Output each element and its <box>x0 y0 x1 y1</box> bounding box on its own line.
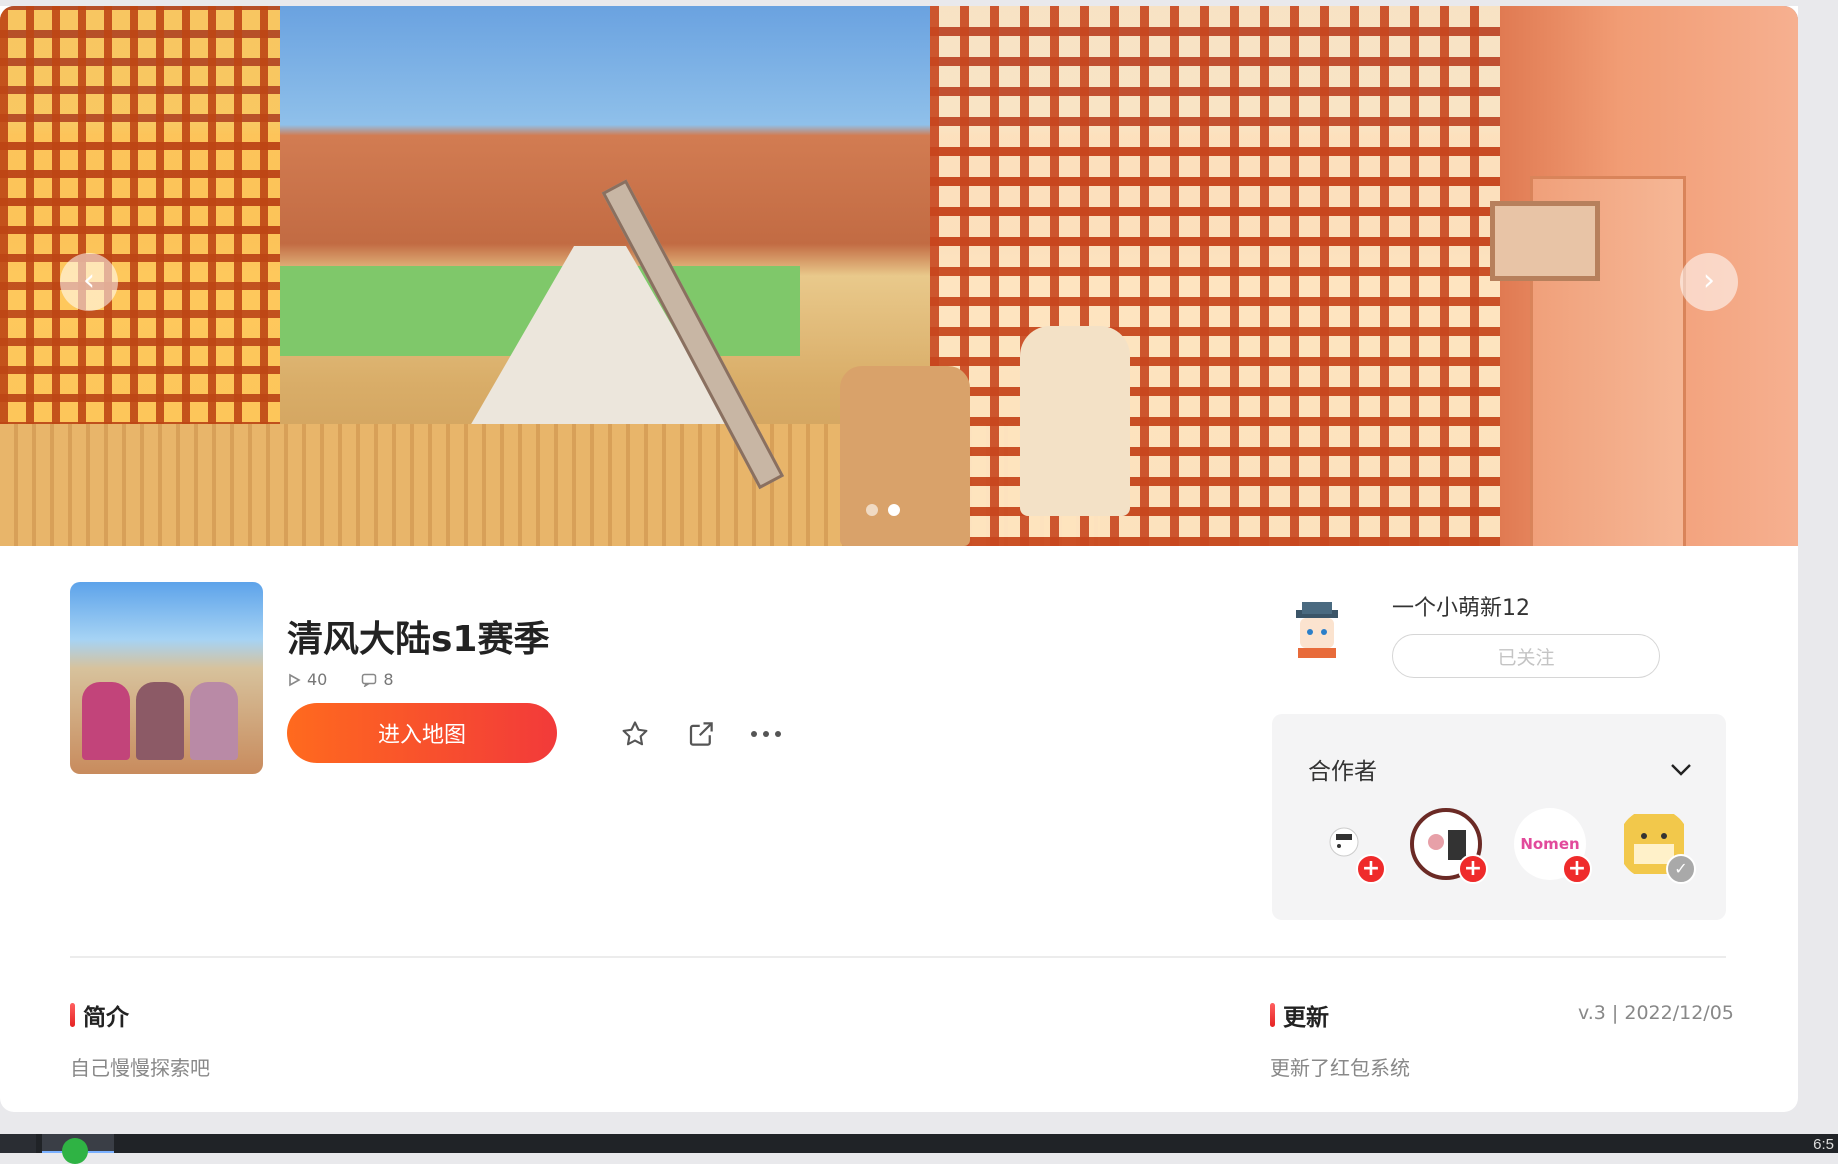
banner-carousel[interactable]: ‹ › <box>0 6 1798 546</box>
collaborator-avatar-2[interactable]: + <box>1410 808 1488 884</box>
intro-title: 简介 <box>83 1005 129 1031</box>
map-thumbnail <box>70 582 263 774</box>
comments-count: 8 <box>383 670 394 689</box>
author-name[interactable]: 一个小萌新12 <box>1392 590 1530 622</box>
banner-lattice-left <box>0 6 280 458</box>
map-detail-card: ‹ › 清风大陆s1赛季 40 8 进入地图 一个小萌新12 已关注 合作者 +… <box>0 6 1798 1112</box>
collaborators-panel: 合作者 + + Nomen + ✓ <box>1272 714 1726 920</box>
comments-stat: 8 <box>361 670 394 689</box>
section-divider <box>70 956 1726 958</box>
favorite-button[interactable] <box>615 714 655 754</box>
os-taskbar <box>0 1134 1838 1153</box>
collaborator-avatar-3[interactable]: Nomen + <box>1514 808 1592 884</box>
share-icon <box>689 722 713 746</box>
banner-sign <box>1490 201 1600 281</box>
author-avatar[interactable] <box>1282 596 1352 666</box>
collaborator-avatar-1[interactable]: + <box>1308 808 1386 884</box>
section-marker <box>70 1003 75 1027</box>
carousel-dot-active[interactable] <box>888 504 900 516</box>
plays-count: 40 <box>307 670 328 689</box>
comment-icon <box>362 673 377 687</box>
taskbar-app-browser[interactable] <box>42 1134 114 1164</box>
chevron-left-icon: ‹ <box>83 263 95 298</box>
collaborators-toggle[interactable] <box>1666 754 1696 784</box>
more-button[interactable] <box>746 714 786 754</box>
author-avatar-image <box>1296 602 1338 658</box>
enter-map-button[interactable]: 进入地图 <box>287 703 557 763</box>
chevron-down-icon <box>1671 764 1691 776</box>
plays-stat: 40 <box>287 670 327 689</box>
collaborator-logo-text: Nomen <box>1520 835 1580 853</box>
taskbar-clock: 6:5 <box>1813 1136 1834 1153</box>
intro-text: 自己慢慢探索吧 <box>70 1056 210 1080</box>
start-button[interactable] <box>0 1134 36 1153</box>
star-icon <box>622 721 648 746</box>
play-icon <box>289 673 301 686</box>
more-icon <box>751 731 781 737</box>
add-collaborator-icon[interactable]: + <box>1458 854 1488 884</box>
share-button[interactable] <box>681 714 721 754</box>
thumb-character <box>82 682 130 760</box>
update-header: 更新 <box>1270 998 1329 1032</box>
update-version: v.3 | 2022/12/05 <box>1578 1002 1734 1024</box>
thumb-character <box>136 682 184 760</box>
map-title: 清风大陆s1赛季 <box>287 619 550 660</box>
map-stats: 40 8 <box>287 670 394 689</box>
add-collaborator-icon[interactable]: + <box>1356 854 1386 884</box>
update-title: 更新 <box>1283 1005 1329 1031</box>
add-collaborator-icon[interactable]: + <box>1562 854 1592 884</box>
chevron-right-icon: › <box>1703 263 1715 298</box>
follow-button[interactable]: 已关注 <box>1392 634 1660 678</box>
intro-header: 简介 <box>70 998 129 1032</box>
carousel-dots <box>866 504 900 516</box>
banner-lattice-right <box>930 6 1500 546</box>
followed-check-icon: ✓ <box>1666 854 1696 884</box>
update-text: 更新了红包系统 <box>1270 1056 1410 1080</box>
browser-icon <box>62 1138 88 1164</box>
banner-character-bear <box>840 366 970 546</box>
section-marker <box>1270 1003 1275 1027</box>
banner-character-girl <box>1020 326 1130 516</box>
thumb-character <box>190 682 238 760</box>
collaborator-avatar-4[interactable]: ✓ <box>1618 808 1696 884</box>
carousel-next-button[interactable]: › <box>1680 253 1738 311</box>
carousel-dot[interactable] <box>866 504 878 516</box>
collaborators-title: 合作者 <box>1308 759 1377 785</box>
carousel-prev-button[interactable]: ‹ <box>60 253 118 311</box>
